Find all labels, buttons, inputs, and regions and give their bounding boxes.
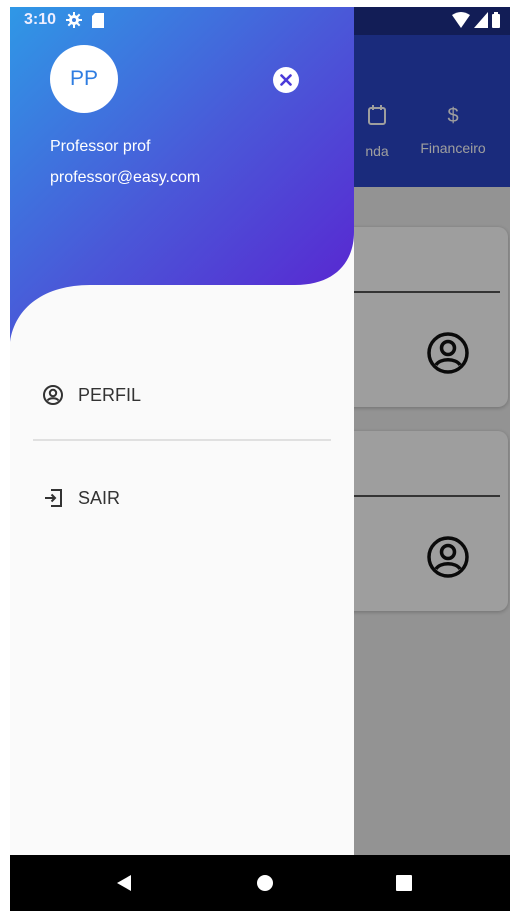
close-icon (280, 74, 292, 86)
settings-gear-icon (66, 12, 83, 28)
navigation-bar (10, 855, 510, 911)
nav-recents-button[interactable] (374, 855, 434, 911)
home-circle-icon (257, 875, 273, 891)
menu-item-logout-label: SAIR (78, 487, 121, 508)
menu-divider (33, 439, 331, 441)
recents-square-icon (396, 875, 412, 891)
account-circle-icon (43, 385, 63, 405)
close-drawer-button[interactable] (273, 67, 299, 93)
nav-home-button[interactable] (235, 855, 295, 911)
menu-item-profile-label: PERFIL (78, 384, 142, 405)
user-email: professor@easy.com (50, 169, 201, 186)
device-screen: nda $ Financeiro 3:10 PP Professor prof … (10, 7, 510, 911)
avatar-initials: PP (69, 67, 98, 90)
menu-item-logout[interactable]: SAIR (42, 487, 120, 509)
login-icon (45, 489, 62, 507)
wifi-icon (452, 12, 470, 28)
sd-card-icon (92, 12, 105, 28)
avatar[interactable]: PP (50, 45, 118, 113)
status-bar-right (452, 12, 500, 28)
status-time: 3:10 (24, 11, 57, 28)
menu-item-profile[interactable]: PERFIL (42, 384, 141, 406)
back-triangle-icon (117, 875, 131, 891)
navigation-drawer: 3:10 PP Professor prof professor@easy.co… (10, 7, 354, 855)
user-name: Professor prof (50, 138, 151, 155)
battery-icon (492, 12, 500, 28)
status-bar-left: 3:10 (24, 11, 105, 29)
signal-icon (474, 12, 488, 28)
nav-back-button[interactable] (94, 855, 154, 911)
